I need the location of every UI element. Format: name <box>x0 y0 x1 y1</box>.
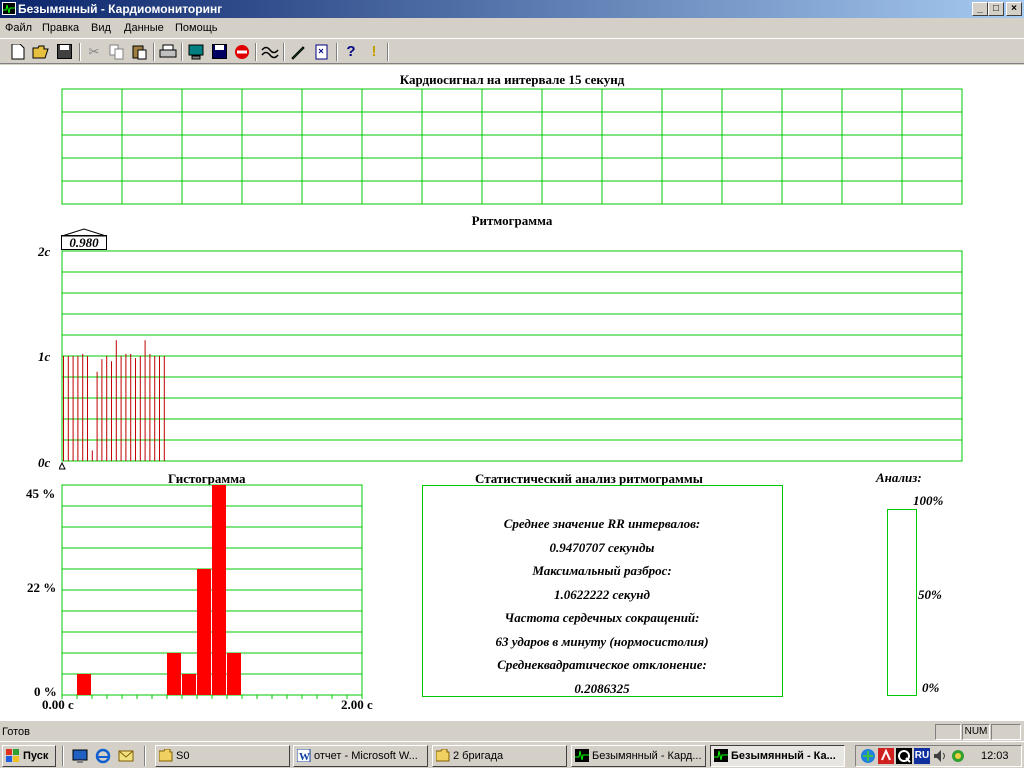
histogram-y-label-mid: 22 % <box>27 580 57 595</box>
cardio-title: Кардиосигнал на интервале 15 секунд <box>399 72 625 87</box>
client-area: Кардиосигнал на интервале 15 секунд Ритм… <box>0 65 1024 721</box>
stats-panel: Среднее значение RR интервалов: 0.947070… <box>422 485 783 697</box>
status-pane-scroll <box>991 724 1021 740</box>
show-desktop-icon[interactable] <box>72 745 90 767</box>
start-label: Пуск <box>23 750 49 762</box>
taskbar-item-label: Безымянный - Ка... <box>731 750 836 762</box>
status-text: Готов <box>2 726 30 738</box>
histogram-bar <box>167 653 181 695</box>
histogram-bar <box>182 674 196 695</box>
menu-bar: Файл Правка Вид Данные Помощь <box>0 19 1024 38</box>
taskbar-item-label: S0 <box>176 750 190 762</box>
status-bar: Готов NUM <box>0 722 1024 741</box>
taskbar-item-label: Безымянный - Кард... <box>592 750 702 762</box>
disk-icon[interactable] <box>209 42 229 62</box>
rhythm-title: Ритмограмма <box>471 213 553 228</box>
histogram-bar <box>212 485 226 695</box>
minimize-button[interactable]: _ <box>972 2 988 16</box>
new-icon[interactable] <box>8 42 28 62</box>
histogram-chart <box>61 484 363 699</box>
wave-icon[interactable] <box>260 42 280 62</box>
status-num: NUM <box>962 724 990 740</box>
stats-mean-label: Среднее значение RR интервалов: <box>503 516 701 531</box>
maximize-button[interactable]: □ <box>988 2 1004 16</box>
rhythm-cursor[interactable]: 0.980 <box>61 228 107 250</box>
rhythm-cursor-value: 0.980 <box>61 235 107 250</box>
save-icon[interactable] <box>54 42 74 62</box>
taskbar-item-s0[interactable]: S0 <box>155 745 290 767</box>
taskbar: Пуск S0 W отчет - Microsoft W... 2 брига… <box>0 741 1024 768</box>
stats-sd-label: Среднеквадратическое отклонение: <box>497 657 707 672</box>
analysis-label-0: 0% <box>922 680 940 695</box>
copy-icon[interactable] <box>107 42 127 62</box>
menu-data[interactable]: Данные <box>124 22 164 34</box>
internet-explorer-icon[interactable] <box>95 745 113 767</box>
antivirus-icon[interactable] <box>878 748 894 764</box>
tray-app-icon[interactable] <box>950 748 966 764</box>
taskbar-item-cardio-1[interactable]: Безымянный - Кард... <box>571 745 706 767</box>
rhythm-y-label-mid: 1c <box>38 349 51 364</box>
exclamation-icon[interactable]: ! <box>364 42 384 62</box>
cardio-frame <box>61 88 963 205</box>
system-tray: RU 12:03 <box>855 745 1022 767</box>
cut-icon[interactable]: ✂ <box>84 42 104 62</box>
taskbar-item-label: 2 бригада <box>453 750 504 762</box>
rhythm-chart <box>59 250 963 470</box>
stats-hr-label: Частота сердечных сокращений: <box>504 610 700 625</box>
rhythm-y-label-bottom: 0c <box>38 455 51 470</box>
title-bar[interactable]: Безымянный - Кардиомониторинг _ □ × <box>0 0 1024 18</box>
print-icon[interactable] <box>158 42 178 62</box>
clock: 12:03 <box>981 750 1009 762</box>
language-indicator[interactable]: RU <box>914 748 930 764</box>
analysis-title: Анализ: <box>876 470 922 485</box>
volume-icon[interactable] <box>932 748 948 764</box>
toolbar: ✂ ? ! <box>0 38 1024 64</box>
close-button[interactable]: × <box>1006 2 1022 16</box>
taskbar-item-label: отчет - Microsoft W... <box>314 750 418 762</box>
stats-range-value: 1.0622222 секунд <box>554 587 650 602</box>
cardio-chart <box>61 88 963 205</box>
menu-file[interactable]: Файл <box>5 22 32 34</box>
histogram-bar <box>197 569 211 695</box>
outlook-icon[interactable] <box>118 745 136 767</box>
taskbar-item-brigade[interactable]: 2 бригада <box>432 745 567 767</box>
stats-mean-value: 0.9470707 секунды <box>549 540 655 555</box>
status-pane-caps <box>935 724 961 740</box>
analysis-gauge <box>887 509 917 696</box>
menu-help[interactable]: Помощь <box>175 22 218 34</box>
menu-view[interactable]: Вид <box>91 22 111 34</box>
rhythm-y-label-top: 2c <box>38 244 51 259</box>
analysis-label-50: 50% <box>918 587 942 602</box>
histogram-bar <box>77 674 91 695</box>
pen-icon[interactable] <box>288 42 308 62</box>
svg-text:W: W <box>299 751 310 762</box>
rhythm-start-marker <box>59 461 66 470</box>
stats-sd-value: 0.2086325 <box>574 681 630 696</box>
monitor-icon[interactable] <box>186 42 206 62</box>
analysis-label-100: 100% <box>913 493 944 508</box>
histogram-y-label-top: 45 % <box>26 486 56 501</box>
quicktime-icon[interactable] <box>896 748 912 764</box>
taskbar-item-cardio-2[interactable]: Безымянный - Ка... <box>710 745 845 767</box>
taskbar-item-word[interactable]: W отчет - Microsoft W... <box>293 745 428 767</box>
open-icon[interactable] <box>31 42 51 62</box>
window-title: Безымянный - Кардиомониторинг <box>18 2 223 16</box>
menu-edit[interactable]: Правка <box>42 22 79 34</box>
stats-range-label: Максимальный разброс: <box>532 563 672 578</box>
network-icon[interactable] <box>860 748 876 764</box>
start-button[interactable]: Пуск <box>2 745 56 767</box>
document-icon[interactable] <box>312 42 332 62</box>
histogram-bar <box>227 653 241 695</box>
stop-icon[interactable] <box>232 42 252 62</box>
help-icon[interactable]: ? <box>341 42 361 62</box>
paste-icon[interactable] <box>130 42 150 62</box>
stats-hr-value: 63 ударов в минуту (нормосистолия) <box>495 634 709 649</box>
app-icon[interactable] <box>2 2 16 15</box>
